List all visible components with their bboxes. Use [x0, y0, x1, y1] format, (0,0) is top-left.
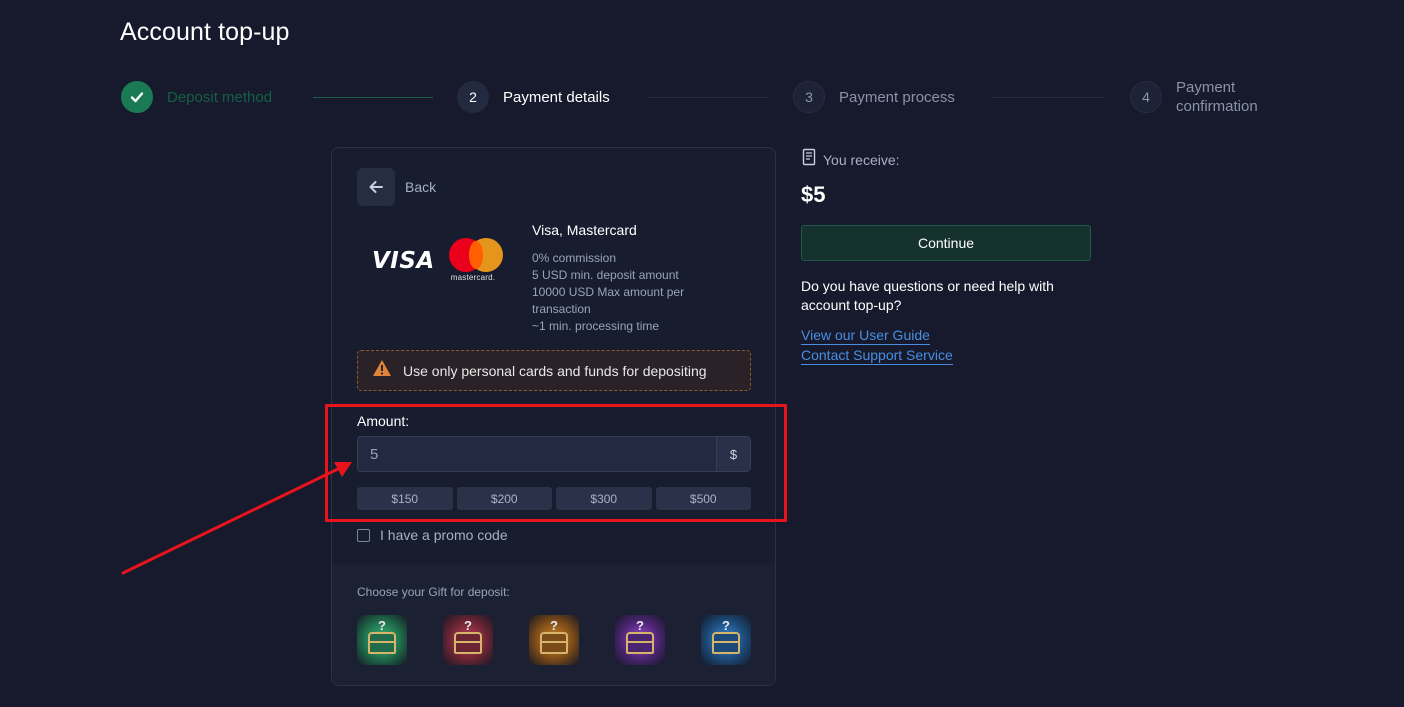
- promo-label: I have a promo code: [380, 527, 508, 543]
- visa-logo: VISA: [372, 248, 435, 274]
- step-number: 4: [1130, 81, 1162, 113]
- preset-300-button[interactable]: $300: [556, 487, 652, 510]
- user-guide-link[interactable]: View our User Guide: [801, 326, 930, 345]
- gift-title: Choose your Gift for deposit:: [357, 585, 510, 599]
- method-info: Visa, Mastercard 0% commission 5 USD min…: [532, 222, 732, 335]
- check-icon: [121, 81, 153, 113]
- step-connector: [992, 97, 1104, 98]
- receive-label: You receive:: [823, 151, 900, 168]
- gift-question-mark: ?: [722, 618, 730, 633]
- payment-logos: VISA mastercard.: [372, 238, 505, 284]
- step-number: 2: [457, 81, 489, 113]
- gift-list: ? ? ? ? ?: [357, 615, 751, 665]
- gift-question-mark: ?: [464, 618, 472, 633]
- step-label: Payment process: [839, 88, 955, 106]
- continue-button[interactable]: Continue: [801, 225, 1091, 261]
- warning-icon: [372, 359, 392, 382]
- chest-icon: [540, 632, 568, 654]
- step-deposit-method[interactable]: Deposit method: [121, 81, 272, 113]
- amount-presets: $150 $200 $300 $500: [357, 487, 751, 510]
- gift-chest-blue[interactable]: ?: [701, 615, 751, 665]
- promo-code-toggle[interactable]: I have a promo code: [357, 527, 508, 543]
- step-payment-confirmation[interactable]: 4 Payment confirmation: [1130, 78, 1258, 116]
- step-connector: [648, 97, 768, 98]
- step-label: Deposit method: [167, 88, 273, 106]
- preset-200-button[interactable]: $200: [456, 487, 552, 510]
- chest-icon: [368, 632, 396, 654]
- mastercard-logo: mastercard.: [448, 238, 505, 284]
- receive-amount: $5: [801, 182, 826, 207]
- warning-banner: Use only personal cards and funds for de…: [357, 350, 751, 391]
- step-connector: [313, 97, 433, 98]
- gift-chest-green[interactable]: ?: [357, 615, 407, 665]
- gift-section: Choose your Gift for deposit: ? ? ? ? ?: [332, 564, 775, 685]
- preset-500-button[interactable]: $500: [655, 487, 751, 510]
- method-detail: 0% commission: [532, 251, 617, 265]
- step-payment-process[interactable]: 3 Payment process: [793, 81, 955, 113]
- back-button[interactable]: Back: [357, 168, 436, 206]
- gift-chest-purple[interactable]: ?: [615, 615, 665, 665]
- gift-question-mark: ?: [636, 618, 644, 633]
- help-text: Do you have questions or need help with …: [801, 278, 1054, 313]
- gift-question-mark: ?: [378, 618, 386, 633]
- method-detail: 10000 USD Max amount per transaction: [532, 285, 685, 316]
- mastercard-wordmark: mastercard.: [450, 273, 496, 282]
- promo-checkbox[interactable]: [357, 528, 370, 542]
- method-detail: ~1 min. processing time: [532, 319, 660, 333]
- progress-stepper: Deposit method 2 Payment details 3 Payme…: [0, 0, 1404, 140]
- back-label: Back: [405, 179, 437, 195]
- chest-icon: [626, 632, 654, 654]
- step-number: 3: [793, 81, 825, 113]
- method-name: Visa, Mastercard: [532, 222, 637, 238]
- step-label: Payment details: [503, 88, 610, 106]
- arrow-left-icon: [357, 168, 395, 206]
- chest-icon: [712, 632, 740, 654]
- gift-question-mark: ?: [550, 618, 558, 633]
- warning-text: Use only personal cards and funds for de…: [403, 362, 707, 379]
- preset-150-button[interactable]: $150: [357, 487, 453, 510]
- amount-label: Amount:: [357, 413, 410, 429]
- chest-icon: [454, 632, 482, 654]
- payment-details-card: Back VISA mastercard. Visa, Mastercard 0…: [331, 147, 776, 686]
- method-detail: 5 USD min. deposit amount: [532, 268, 679, 282]
- amount-input[interactable]: [358, 437, 716, 471]
- gift-chest-orange[interactable]: ?: [529, 615, 579, 665]
- receipt-icon: [801, 148, 817, 171]
- gift-chest-red[interactable]: ?: [443, 615, 493, 665]
- currency-symbol: $: [716, 437, 750, 471]
- step-payment-details[interactable]: 2 Payment details: [457, 81, 610, 113]
- contact-support-link[interactable]: Contact Support Service: [801, 346, 953, 365]
- amount-field: $: [357, 436, 751, 472]
- receive-row: You receive:: [801, 148, 900, 171]
- step-label: Payment confirmation: [1176, 79, 1258, 115]
